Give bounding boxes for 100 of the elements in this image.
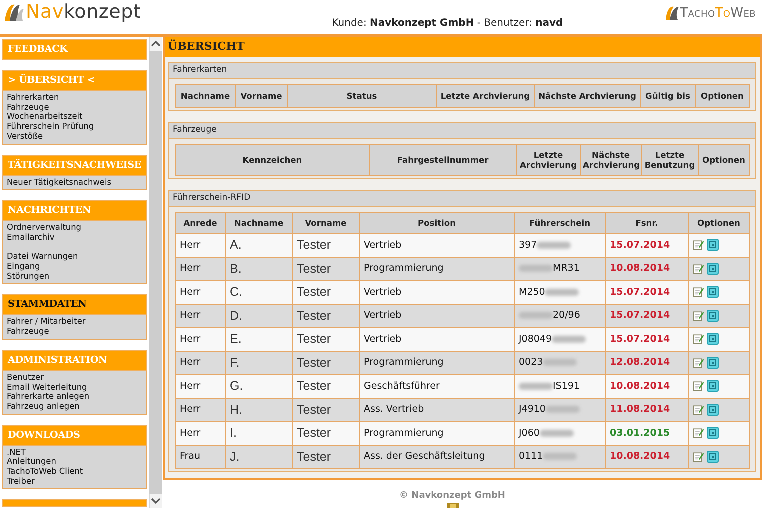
card-icon[interactable] [707, 239, 719, 252]
account-info: Kunde: Navkonzept GmbH - Benutzer: navd [332, 18, 564, 29]
edit-icon[interactable] [693, 404, 705, 416]
table-cell: Tester [292, 234, 360, 257]
table-cell: Programmierung [360, 422, 514, 445]
blurred-text [519, 265, 553, 272]
column-header: Gültig bis [640, 84, 696, 108]
table-cell: 15.07.2014 [606, 280, 688, 304]
menu-link[interactable]: Datei Warnungen [7, 252, 143, 262]
menu-link[interactable]: TachoToWeb Client [7, 467, 143, 477]
menu-link[interactable]: Führerschein Prüfung [7, 122, 143, 132]
table-cell: Vertrieb [360, 304, 514, 328]
table-cell: Vertrieb [360, 234, 514, 257]
edit-icon[interactable] [693, 427, 705, 440]
table-cell: Ass. der Geschäftsleitung [360, 445, 514, 468]
edit-icon[interactable] [693, 333, 705, 346]
column-header: Status [288, 84, 436, 108]
table-cell: 10.08.2014 [606, 445, 688, 468]
table-cell: 03.01.2015 [606, 422, 688, 445]
table-cell: Herr [176, 257, 226, 280]
menu-link[interactable]: Fahrerkarte anlegen [7, 392, 143, 402]
badge-icon [446, 503, 458, 508]
table-cell: 0023 [519, 357, 544, 368]
card-icon[interactable] [707, 380, 719, 392]
edit-icon[interactable] [693, 310, 705, 322]
table-cell: Tester [292, 280, 360, 304]
card-icon[interactable] [707, 333, 719, 346]
card-icon[interactable] [707, 310, 719, 322]
table-cell: 15.07.2014 [606, 328, 688, 351]
table-cell: Herr [176, 328, 226, 351]
table-cell: Tester [292, 445, 360, 468]
table-cell: Tester [292, 422, 360, 445]
column-header: Anrede [176, 212, 226, 234]
card-icon[interactable] [707, 286, 719, 298]
menu-link[interactable]: Fahrzeuge [7, 102, 143, 112]
table-cell: Tester [292, 374, 360, 398]
table-cell: Herr [176, 280, 226, 304]
menu-link[interactable]: Email Weiterleitung [7, 382, 143, 392]
logo-icon [664, 4, 680, 22]
menu-link[interactable]: Störungen [7, 272, 143, 282]
menu-link[interactable]: Treiber [7, 476, 143, 486]
menu-link[interactable]: Verstöße [7, 132, 143, 142]
menu-link[interactable]: Fahrzeug anlegen [7, 402, 143, 412]
table-cell: IS191 [553, 380, 580, 392]
column-header: Vorname [292, 212, 360, 234]
scroll-up-icon[interactable] [150, 37, 162, 51]
table-cell: 11.08.2014 [606, 398, 688, 422]
table-cell: F. [226, 351, 292, 374]
table-cell: C. [226, 280, 292, 304]
edit-icon[interactable] [693, 356, 705, 369]
table-cell: 0111 [519, 451, 544, 462]
page-title: ÜBERSICHT [165, 37, 760, 57]
menu-link[interactable]: Fahrer / Mitarbeiter [7, 317, 143, 328]
menu-link[interactable]: Benutzer [7, 372, 143, 383]
table-cell: Tester [292, 304, 360, 328]
column-header: Letzte Archvierung [516, 144, 580, 176]
menu-link[interactable]: Emailarchiv [7, 232, 143, 243]
section-title: Fahrzeuge [169, 123, 755, 139]
table-cell: Herr [176, 351, 226, 374]
column-header: Letzte Benutzung [642, 144, 698, 176]
edit-icon[interactable] [693, 286, 705, 298]
card-icon[interactable] [707, 356, 719, 369]
column-header: Führerschein [514, 212, 606, 234]
table-cell: D. [226, 304, 292, 328]
blurred-text [540, 430, 574, 437]
table-cell: Programmierung [360, 351, 514, 374]
menu-link[interactable]: Ordnerverwaltung [7, 223, 143, 233]
blurred-text [545, 288, 580, 296]
menu-link[interactable]: Fahrzeuge [7, 327, 143, 337]
card-icon[interactable] [707, 450, 719, 463]
column-header: Kennzeichen [176, 144, 370, 176]
menu-link[interactable]: Neuer Tätigkeitsnachweis [7, 178, 143, 188]
table-cell: Ass. Vertrieb [360, 398, 514, 422]
table-cell: 397 [519, 240, 538, 251]
menu-link[interactable]: .NET [7, 448, 143, 458]
edit-icon[interactable] [693, 239, 705, 252]
table-cell: Tester [292, 398, 360, 422]
column-header: Optionen [698, 144, 750, 176]
card-icon[interactable] [707, 427, 719, 440]
menu-link[interactable]: Fahrerkarten [7, 93, 143, 103]
edit-icon[interactable] [693, 262, 705, 275]
menu-link[interactable]: Anleitungen [7, 457, 143, 468]
table-cell: J. [226, 445, 292, 468]
blurred-text [519, 382, 553, 390]
table-cell: Herr [176, 374, 226, 398]
blurred-text [519, 312, 553, 320]
card-icon[interactable] [707, 404, 719, 416]
scrollbar[interactable] [149, 37, 162, 508]
table-cell: Vertrieb [360, 328, 514, 351]
card-icon[interactable] [707, 262, 719, 275]
edit-icon[interactable] [693, 450, 705, 463]
edit-icon[interactable] [693, 380, 705, 392]
menu-link[interactable]: Eingang [7, 262, 143, 272]
column-header: Fahrgestellnummer [370, 144, 516, 176]
menu-link[interactable]: Wochenarbeitszeit [7, 112, 143, 122]
brand-text: TachoToWeb [680, 6, 756, 20]
section-header[interactable]: STAMMDATEN [2, 294, 147, 316]
scroll-down-icon[interactable] [150, 494, 162, 508]
table-cell: MR31 [553, 263, 580, 274]
table-cell: M250 [519, 286, 546, 298]
